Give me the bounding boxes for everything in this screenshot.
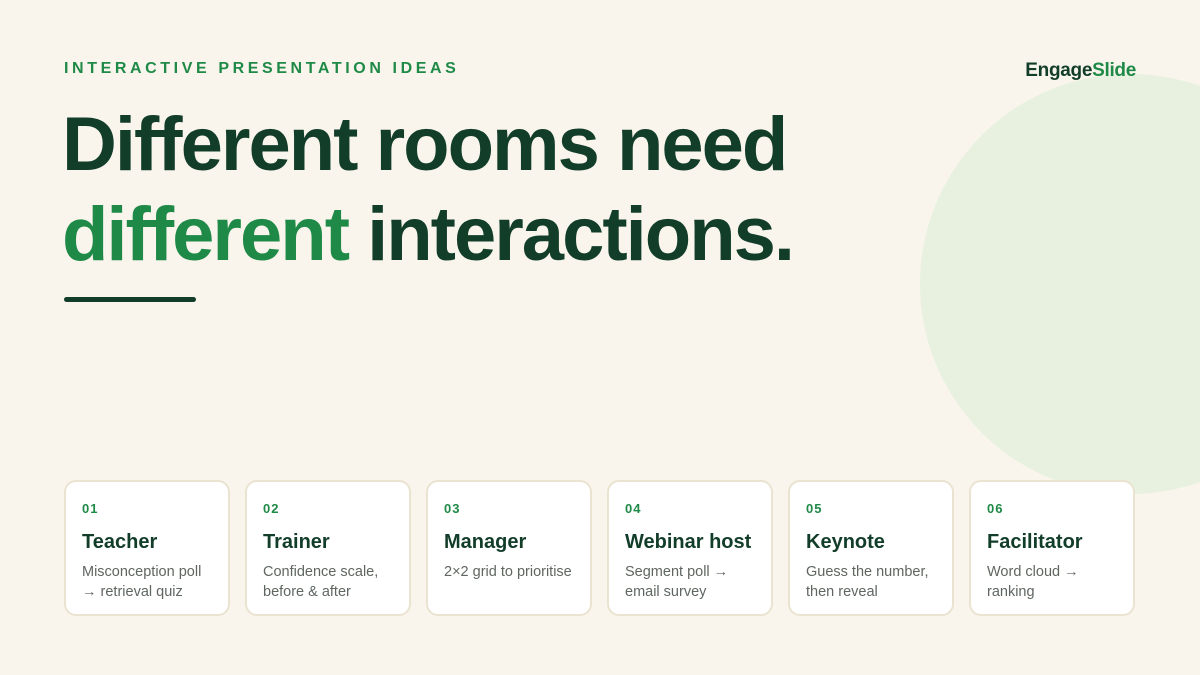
eyebrow-label: INTERACTIVE PRESENTATION IDEAS	[64, 60, 460, 77]
slide: INTERACTIVE PRESENTATION IDEAS EngageSli…	[0, 0, 1200, 675]
card-title: Webinar host	[625, 531, 752, 553]
card-description: Word cloud → ranking	[987, 564, 1079, 600]
card-title: Teacher	[82, 531, 158, 553]
card-description: Confidence scale, before & after	[263, 564, 379, 600]
card-title: Trainer	[263, 531, 330, 553]
card-title: Keynote	[806, 531, 885, 553]
role-card-facilitator: 06 Facilitator Word cloud → ranking	[969, 480, 1135, 616]
card-description: Segment poll → email survey	[625, 564, 729, 600]
brand-logo-part-1: Engage	[1025, 60, 1093, 81]
headline: Different rooms need different interacti…	[62, 100, 795, 280]
card-description: 2×2 grid to prioritise	[444, 564, 572, 580]
card-number: 01	[82, 501, 99, 516]
decorative-circle	[920, 74, 1200, 494]
card-number: 04	[625, 501, 642, 516]
card-number: 03	[444, 501, 461, 516]
headline-line-2-rest: interactions.	[348, 192, 795, 277]
card-title: Facilitator	[987, 531, 1083, 553]
card-number: 05	[806, 501, 823, 516]
role-cards: 01 Teacher Misconception poll → retrieva…	[64, 480, 1135, 616]
role-card-manager: 03 Manager 2×2 grid to prioritise	[426, 480, 592, 616]
card-number: 02	[263, 501, 280, 516]
role-card-keynote: 05 Keynote Guess the number, then reveal	[788, 480, 954, 616]
role-card-teacher: 01 Teacher Misconception poll → retrieva…	[64, 480, 230, 616]
role-card-webinar-host: 04 Webinar host Segment poll → email sur…	[607, 480, 773, 616]
headline-accent-word: different	[62, 192, 350, 277]
card-description: Misconception poll → retrieval quiz	[82, 564, 202, 600]
card-description: Guess the number, then reveal	[806, 564, 929, 600]
headline-line-1: Different rooms need	[62, 102, 788, 187]
role-card-trainer: 02 Trainer Confidence scale, before & af…	[245, 480, 411, 616]
card-number: 06	[987, 501, 1004, 516]
brand-logo-part-2: Slide	[1092, 60, 1136, 81]
card-title: Manager	[444, 531, 527, 553]
headline-underline	[64, 297, 196, 302]
brand-logo: EngageSlide	[1025, 60, 1136, 82]
